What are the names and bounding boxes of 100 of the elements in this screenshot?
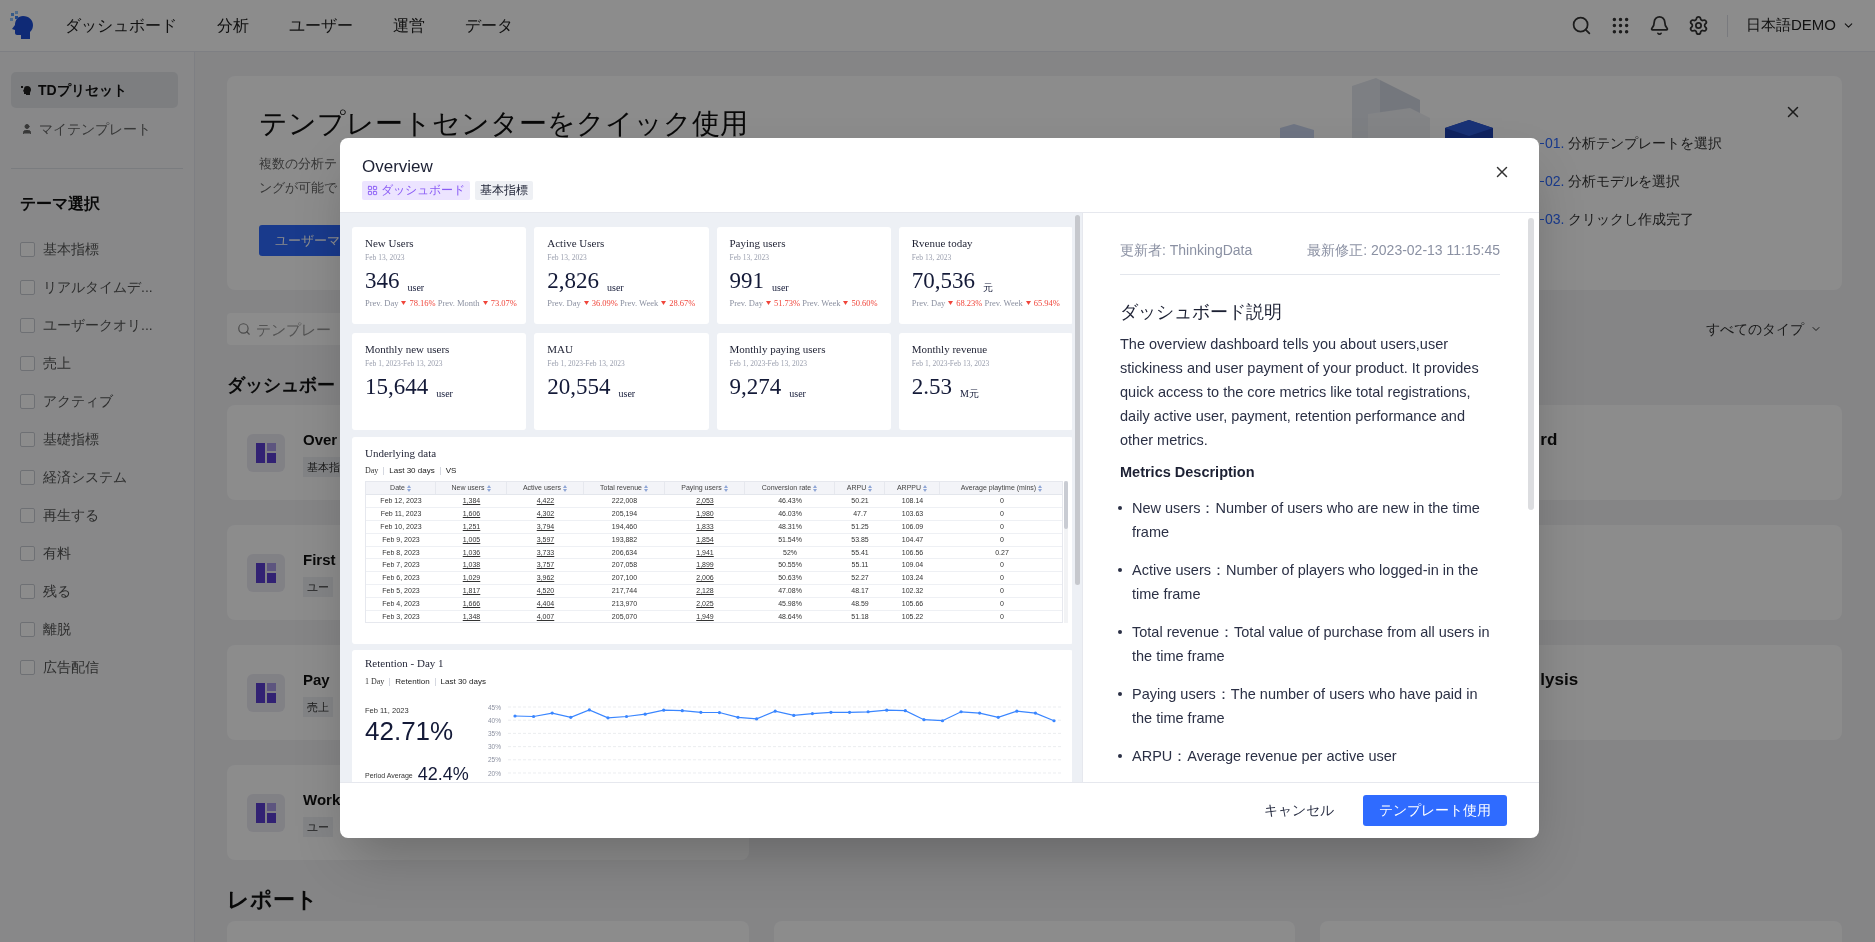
dashboard-icon (247, 553, 285, 592)
template-title: Pay (303, 670, 330, 690)
cancel-button[interactable]: キャンセル (1249, 795, 1349, 826)
comparison-change: 65.94% (1033, 297, 1060, 309)
checkbox[interactable] (20, 431, 35, 447)
metric-value: 991 (729, 267, 764, 295)
metric-title: Monthly revenue (911, 342, 988, 356)
template-tag: ユー (303, 817, 333, 837)
comparison-label: Prev. Day (729, 297, 763, 309)
search-icon (237, 322, 251, 336)
data-point (922, 718, 926, 722)
comparison-label: Prev. Day (365, 297, 399, 309)
step-label: 分析モデルを選択 (1568, 172, 1681, 191)
dashboard-icon (247, 673, 285, 712)
comparison-label: Prev. Week (802, 297, 841, 309)
checkbox[interactable] (20, 507, 35, 523)
step-number: 02. (1545, 172, 1565, 191)
apps-icon[interactable] (1610, 15, 1631, 36)
metric-description: New users：Number of users who are new in the time frame (1132, 499, 1481, 542)
type-filter[interactable]: すべてのタイプ (1706, 318, 1822, 340)
metric-title: Active Users (547, 236, 605, 250)
section-heading: レポート (227, 886, 318, 914)
filter-chip[interactable]: 1 Day (365, 676, 385, 688)
logo-icon (8, 10, 36, 41)
modified-time: 最新修正: 2023-02-13 11:15:45 (1307, 241, 1500, 260)
nav-item[interactable]: ユーザー (289, 13, 353, 38)
checkbox[interactable] (20, 469, 35, 485)
step-number: 01. (1545, 134, 1565, 153)
dialog-title: Overview (362, 156, 433, 178)
data-point (829, 710, 833, 714)
data-point (736, 715, 740, 719)
comparison-label: Prev. Day (547, 297, 581, 309)
data-point (643, 712, 647, 716)
bell-icon[interactable] (1649, 15, 1670, 36)
theme-label: 売上 (43, 353, 71, 373)
metric-description: Active users：Number of players who logged-in in the time frame (1132, 561, 1480, 604)
metric-title: Monthly paying users (729, 342, 826, 356)
sidebar-item[interactable]: TDプリセット (11, 72, 178, 108)
metric-value: 9,274 (729, 373, 782, 401)
banner-title: テンプレートセンターをクイック使用 (259, 107, 748, 141)
step-label: 分析テンプレートを選択 (1568, 134, 1723, 153)
metric-value: 70,536 (911, 267, 975, 295)
checkbox[interactable] (20, 355, 35, 371)
filter-chip[interactable]: Day (365, 465, 379, 477)
nav-item[interactable]: 運営 (393, 13, 425, 38)
theme-label: 経済システム (43, 467, 127, 487)
card-title: Underlying data (365, 446, 438, 460)
head-icon (21, 84, 32, 96)
data-point (792, 713, 796, 718)
account-menu[interactable]: 日本語DEMO (1746, 14, 1855, 37)
checkbox[interactable] (20, 279, 35, 295)
metric-unit: user (618, 387, 636, 401)
data-point (569, 715, 573, 719)
card-title: Retention - Day 1 (365, 656, 445, 670)
theme-label: 広告配信 (43, 657, 99, 677)
template-tag: ユー (303, 577, 333, 597)
data-point (773, 709, 777, 713)
filter-chip[interactable]: Last 30 days (440, 676, 486, 688)
section-title: テーマ選択 (19, 194, 101, 214)
data-point (513, 714, 517, 718)
metric-value: 20,554 (547, 373, 611, 401)
settings-icon[interactable] (1688, 15, 1709, 36)
nav-item[interactable]: 分析 (217, 13, 249, 38)
data-point (885, 708, 889, 712)
dashboard-icon (247, 433, 285, 472)
data-point (1052, 719, 1056, 723)
nav-item[interactable]: データ (465, 13, 513, 38)
checkbox[interactable] (20, 545, 35, 561)
data-point (940, 719, 945, 723)
use-template-button[interactable]: テンプレート使用 (1363, 795, 1507, 826)
checkbox[interactable] (20, 659, 35, 675)
metric-unit: 元 (983, 281, 993, 295)
checkbox[interactable] (20, 317, 35, 333)
checkbox[interactable] (20, 583, 35, 599)
type-tag: ダッシュボード (362, 181, 470, 200)
filter-chip[interactable]: Last 30 days (389, 465, 435, 477)
sidebar-item[interactable]: マイテンプレート (11, 111, 178, 147)
checkbox[interactable] (20, 621, 35, 637)
nav-item[interactable]: ダッシュボード (65, 13, 177, 38)
metric-unit: user (772, 281, 789, 295)
comparison-change: 28.67% (669, 297, 696, 309)
theme-label: リアルタイムデ... (43, 277, 153, 297)
metric-title: Paying users (729, 236, 786, 250)
sort-icon (486, 484, 491, 492)
filter-chip[interactable]: VS (445, 465, 457, 477)
data-point (532, 714, 536, 719)
average-value: 42.4% (417, 765, 469, 782)
comparison-label: Prev. Month (437, 297, 480, 309)
search-icon[interactable] (1571, 15, 1592, 36)
filter-chip[interactable]: Retention (395, 676, 430, 688)
data-point (959, 710, 963, 714)
sort-icon (868, 484, 873, 492)
metric-unit: user (789, 387, 806, 401)
data-point (606, 716, 610, 720)
category-tag: 基本指標 (475, 181, 533, 200)
theme-label: アクティブ (43, 391, 113, 411)
checkbox[interactable] (20, 241, 35, 257)
dashboard-icon (247, 793, 285, 832)
checkbox[interactable] (20, 393, 35, 409)
data-point (903, 709, 907, 713)
